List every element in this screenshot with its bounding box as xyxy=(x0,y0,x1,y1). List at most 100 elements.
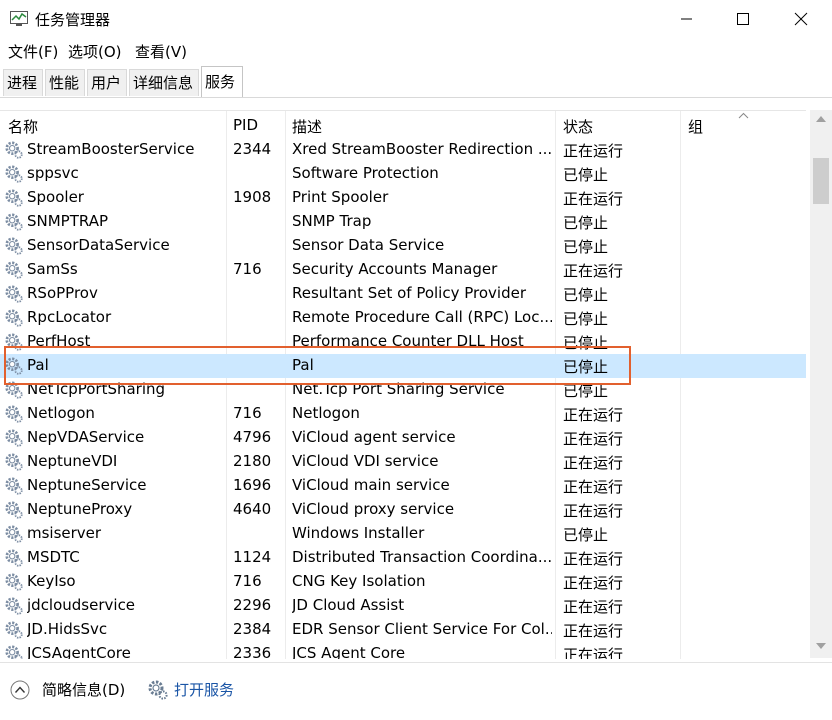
service-status: 已停止 xyxy=(563,238,609,256)
service-description: Resultant Set of Policy Provider xyxy=(292,284,526,302)
service-pid: 2344 xyxy=(233,140,272,158)
table-row[interactable]: msiserver Windows Installer 已停止 xyxy=(0,522,806,546)
service-description: ViCloud proxy service xyxy=(292,500,455,518)
service-name: Netlogon xyxy=(27,404,95,422)
service-name: sppsvc xyxy=(27,164,79,182)
service-name: StreamBoosterService xyxy=(27,140,195,158)
service-name: KeyIso xyxy=(27,572,76,590)
service-gear-icon xyxy=(5,309,23,327)
table-row[interactable]: RpcLocator Remote Procedure Call (RPC) Lo… xyxy=(0,306,806,330)
table-row[interactable]: jdcloudservice 2296 JD Cloud Assist 正在运行 xyxy=(0,594,806,618)
service-status: 正在运行 xyxy=(563,550,624,568)
menu-file[interactable]: 文件(F) xyxy=(8,41,58,62)
service-name: JCSAgentCore xyxy=(27,644,131,659)
column-header-pid[interactable]: PID xyxy=(233,116,258,134)
menu-options[interactable]: 选项(O) xyxy=(68,41,122,62)
menu-bar: 文件(F) 选项(O) 查看(V) xyxy=(0,38,832,64)
tab-services[interactable]: 服务 xyxy=(201,66,243,97)
service-gear-icon xyxy=(5,285,23,303)
close-button[interactable] xyxy=(772,0,830,38)
service-pid: 4796 xyxy=(233,428,272,446)
window-title: 任务管理器 xyxy=(35,11,111,29)
service-name: jdcloudservice xyxy=(27,596,136,614)
service-status: 正在运行 xyxy=(563,478,624,496)
tab-performance[interactable]: 性能 xyxy=(45,69,85,96)
service-status: 正在运行 xyxy=(563,646,624,659)
service-gear-icon xyxy=(5,645,23,659)
service-gear-icon xyxy=(5,141,23,159)
service-gear-icon xyxy=(5,525,23,543)
service-name: NeptuneProxy xyxy=(27,500,133,518)
maximize-icon xyxy=(737,13,749,25)
table-row[interactable]: MSDTC 1124 Distributed Transaction Coordin… xyxy=(0,546,806,570)
table-row[interactable]: NeptuneService 1696 ViCloud main service 正在… xyxy=(0,474,806,498)
service-name: RpcLocator xyxy=(27,308,112,326)
table-row[interactable]: KeyIso 716 CNG Key Isolation 正在运行 xyxy=(0,570,806,594)
table-row[interactable]: NeptuneVDI 2180 ViCloud VDI service 正在运行 xyxy=(0,450,806,474)
service-description: Security Accounts Manager xyxy=(292,260,498,278)
tab-users[interactable]: 用户 xyxy=(87,69,127,96)
service-description: CNG Key Isolation xyxy=(292,572,426,590)
minimize-button[interactable] xyxy=(658,0,716,38)
service-description: ViCloud main service xyxy=(292,476,450,494)
menu-view[interactable]: 查看(V) xyxy=(135,41,187,62)
service-status: 已停止 xyxy=(563,310,609,328)
table-row[interactable]: JCSAgentCore 2336 JCS Agent Core 正在运行 xyxy=(0,642,806,659)
service-status: 已停止 xyxy=(563,214,609,232)
service-description: JD Cloud Assist xyxy=(292,596,405,614)
table-row[interactable]: SNMPTRAP SNMP Trap 已停止 xyxy=(0,210,806,234)
table-row[interactable]: JD.HidsSvc 2384 EDR Sensor Client Service … xyxy=(0,618,806,642)
service-name: MSDTC xyxy=(27,548,80,566)
table-row[interactable]: SamSs 716 Security Accounts Manager 正在运行 xyxy=(0,258,806,282)
service-description: Print Spooler xyxy=(292,188,389,206)
service-pid: 1696 xyxy=(233,476,272,494)
scrollbar-thumb[interactable] xyxy=(813,158,829,204)
table-row[interactable]: NeptuneProxy 4640 ViCloud proxy service 正在运… xyxy=(0,498,806,522)
table-row[interactable]: Netlogon 716 Netlogon 正在运行 xyxy=(0,402,806,426)
column-header-status[interactable]: 状态 xyxy=(563,116,593,137)
highlight-box xyxy=(4,346,631,385)
service-gear-icon xyxy=(5,549,23,567)
service-description: Xred StreamBooster Redirection ... xyxy=(292,140,552,158)
column-header-group[interactable]: 组 xyxy=(688,116,703,137)
table-row[interactable]: StreamBoosterService 2344 Xred StreamBoost… xyxy=(0,138,806,162)
service-status: 正在运行 xyxy=(563,190,624,208)
less-details-button[interactable]: 简略信息(D) xyxy=(10,679,125,700)
service-gear-icon xyxy=(5,261,23,279)
service-gear-icon xyxy=(5,477,23,495)
service-status: 已停止 xyxy=(563,286,609,304)
service-gear-icon xyxy=(5,429,23,447)
vertical-scrollbar[interactable] xyxy=(810,110,832,658)
table-row[interactable]: sppsvc Software Protection 已停止 xyxy=(0,162,806,186)
column-header-name[interactable]: 名称 xyxy=(8,116,38,137)
service-description: ViCloud VDI service xyxy=(292,452,439,470)
scroll-up-arrow-icon[interactable] xyxy=(816,116,826,122)
column-header-description[interactable]: 描述 xyxy=(292,116,322,137)
service-description: Windows Installer xyxy=(292,524,425,542)
service-pid: 1124 xyxy=(233,548,272,566)
service-pid: 716 xyxy=(233,260,262,278)
maximize-button[interactable] xyxy=(714,0,772,38)
tab-processes[interactable]: 进程 xyxy=(3,69,43,96)
minimize-icon xyxy=(681,18,692,20)
service-gear-icon xyxy=(5,213,23,231)
less-details-label: 简略信息(D) xyxy=(42,681,126,699)
service-description: Remote Procedure Call (RPC) Loc... xyxy=(292,308,552,326)
tab-details[interactable]: 详细信息 xyxy=(129,69,199,96)
service-pid: 2384 xyxy=(233,620,272,638)
open-services-link[interactable]: 打开服务 xyxy=(148,679,234,700)
service-status: 正在运行 xyxy=(563,262,624,280)
table-row[interactable]: Spooler 1908 Print Spooler 正在运行 xyxy=(0,186,806,210)
task-manager-icon xyxy=(10,11,28,26)
tab-strip: 进程 性能 用户 详细信息 服务 xyxy=(0,64,832,98)
table-row[interactable]: RSoPProv Resultant Set of Policy Provider… xyxy=(0,282,806,306)
service-gear-icon xyxy=(5,501,23,519)
service-pid: 1908 xyxy=(233,188,272,206)
service-status: 正在运行 xyxy=(563,598,624,616)
service-status: 正在运行 xyxy=(563,502,624,520)
table-row[interactable]: NepVDAService 4796 ViCloud agent service 正在… xyxy=(0,426,806,450)
service-pid: 2336 xyxy=(233,644,272,659)
table-row[interactable]: SensorDataService Sensor Data Service 已停止 xyxy=(0,234,806,258)
footer-bar: 简略信息(D) 打开服务 xyxy=(0,662,832,720)
scroll-down-arrow-icon[interactable] xyxy=(816,643,826,649)
